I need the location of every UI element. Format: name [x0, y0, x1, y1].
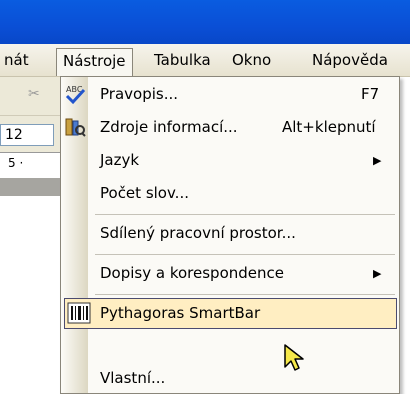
submenu-arrow-icon: ▶: [373, 154, 382, 167]
ruler-marks: 5 ·: [8, 156, 24, 170]
menu-tabulka[interactable]: Tabulka: [154, 44, 211, 76]
menu-okno[interactable]: Okno: [232, 44, 271, 76]
menu-item-pocet-slov[interactable]: Počet slov...: [61, 178, 399, 209]
menu-item-zdroje-informaci[interactable]: Zdroje informací... Alt+klepnutí: [61, 112, 399, 143]
menu-item-shortcut: Alt+klepnutí: [282, 118, 376, 136]
mouse-pointer-icon: [284, 344, 304, 371]
submenu-arrow-icon: ▶: [373, 267, 382, 280]
menu-napoveda[interactable]: Nápověda: [312, 44, 388, 76]
menu-separator: [95, 214, 395, 215]
cut-icon[interactable]: ✂: [28, 86, 40, 102]
menu-item-pravopis[interactable]: ABC Pravopis... F7: [61, 79, 399, 110]
title-bar: [0, 0, 410, 44]
ruler-bottom-band: [0, 178, 60, 196]
menu-item-pythagoras-smartbar[interactable]: Pythagoras SmartBar: [64, 298, 397, 329]
menu-separator: [95, 254, 395, 255]
menu-item-shortcut: F7: [361, 85, 380, 103]
research-books-icon: [65, 118, 86, 137]
menu-item-label: Zdroje informací...: [100, 118, 238, 136]
menu-item-label: Dopisy a korespondence: [100, 264, 284, 282]
menu-item-dopisy[interactable]: Dopisy a korespondence ▶: [61, 258, 399, 289]
menu-item-label: Sdílený pracovní prostor...: [100, 224, 296, 242]
menu-item-jazyk[interactable]: Jazyk ▶: [61, 145, 399, 176]
menu-bar: nát Nástroje Tabulka Okno Nápověda: [0, 44, 410, 77]
menu-item-label: Jazyk: [100, 151, 140, 169]
menu-item-sdileny-pracovni-prostor[interactable]: Sdílený pracovní prostor...: [61, 218, 399, 249]
menu-item-label: Pythagoras SmartBar: [100, 304, 261, 322]
font-size-field[interactable]: 12: [0, 124, 54, 146]
menu-separator: [95, 294, 395, 295]
menu-item-label: Počet slov...: [100, 184, 189, 202]
spellcheck-abc-icon: ABC: [65, 85, 86, 105]
menu-nastroje[interactable]: Nástroje: [56, 48, 133, 76]
tools-dropdown-menu: ABC Pravopis... F7 Zdroje informací... A…: [60, 76, 400, 394]
menu-item-vlastni[interactable]: Vlastní...: [61, 363, 399, 394]
menu-format-partial[interactable]: nát: [4, 44, 29, 76]
barcode-icon: [67, 302, 91, 324]
menu-item-label: Vlastní...: [100, 369, 166, 387]
menu-item-label: Pravopis...: [100, 85, 179, 103]
